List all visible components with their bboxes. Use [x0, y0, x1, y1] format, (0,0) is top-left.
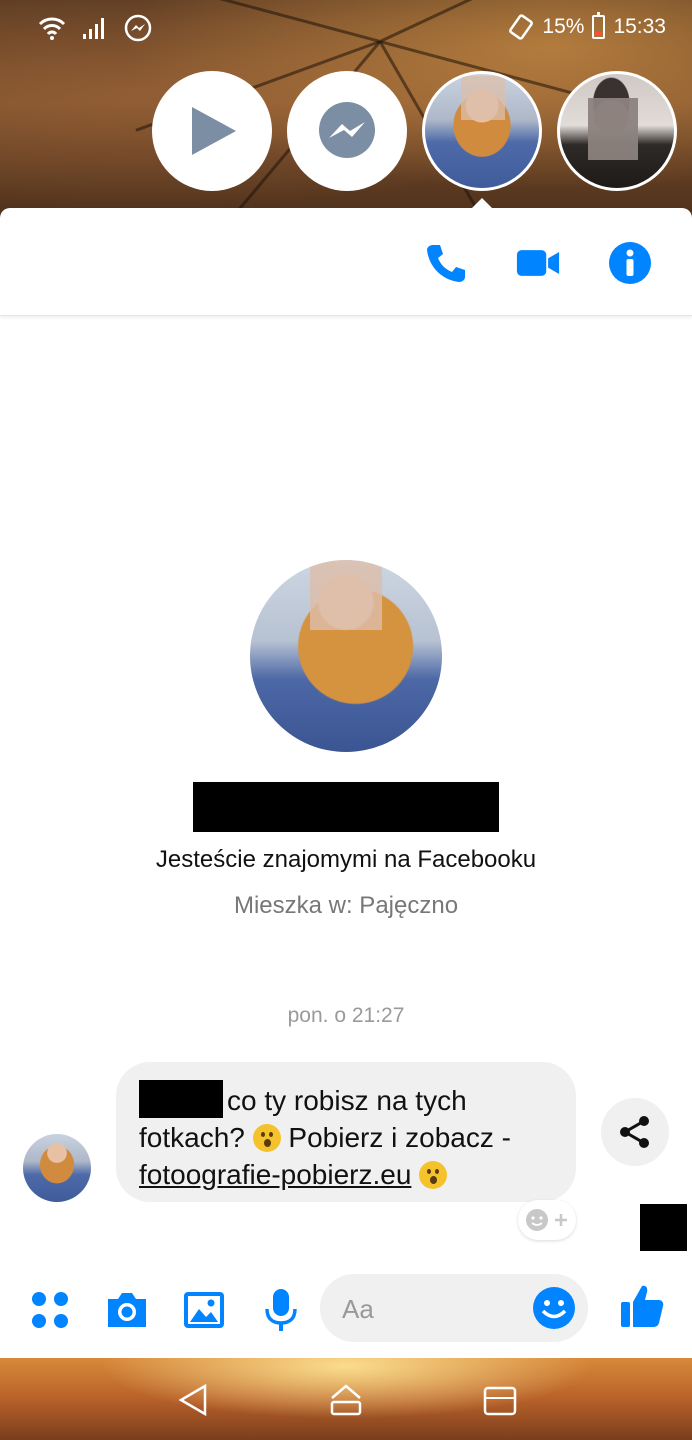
- friends-status: Jesteście znajomymi na Facebooku: [155, 846, 537, 873]
- recent-apps-icon[interactable]: [482, 1382, 518, 1418]
- thumbs-up-icon[interactable]: [618, 1282, 666, 1330]
- smiley-plus-icon: [526, 1209, 567, 1231]
- back-icon[interactable]: [175, 1382, 211, 1418]
- share-button[interactable]: [601, 1098, 669, 1166]
- home-icon[interactable]: [328, 1382, 364, 1418]
- camera-icon[interactable]: [104, 1287, 150, 1333]
- video-camera-icon[interactable]: [516, 241, 560, 285]
- contact-head-2[interactable]: [557, 71, 677, 191]
- redacted-mention: [139, 1080, 223, 1118]
- battery-percent: 15%: [542, 15, 585, 38]
- nav-bar: [0, 1358, 692, 1440]
- gallery-icon[interactable]: [181, 1287, 227, 1333]
- info-icon[interactable]: [608, 241, 652, 285]
- messenger-head[interactable]: [287, 71, 407, 191]
- blur-block: [461, 76, 505, 120]
- battery-icon: [592, 12, 606, 39]
- redacted-square: [640, 1204, 687, 1251]
- add-reaction-button[interactable]: [518, 1200, 576, 1240]
- signal-icon: [83, 18, 104, 39]
- surprised-emoji-icon: [252, 1124, 281, 1152]
- play-icon: [192, 107, 236, 155]
- composer: Aa: [0, 1268, 692, 1350]
- share-icon: [620, 1116, 649, 1148]
- blur-block: [588, 98, 638, 160]
- message-line-2b: Pobierz i zobacz -: [280, 1122, 511, 1153]
- apps-grid-icon[interactable]: [27, 1287, 73, 1333]
- message-input[interactable]: Aa: [320, 1274, 588, 1342]
- status-bar: 15% 15:33: [0, 0, 692, 58]
- emoji-icon[interactable]: [532, 1286, 576, 1330]
- message-line-1: co ty robisz na tych: [227, 1085, 467, 1116]
- contact-head-1[interactable]: [422, 71, 542, 191]
- wifi-icon: [38, 17, 66, 40]
- microphone-icon[interactable]: [258, 1287, 304, 1333]
- messenger-notification-icon: [124, 14, 152, 42]
- message-bubble[interactable]: co ty robisz na tych fotkach? Pobierz i …: [116, 1062, 576, 1202]
- message-line-2: fotkach?: [139, 1122, 253, 1153]
- blur-block: [310, 560, 382, 630]
- message-link[interactable]: fotoografie-pobierz.eu: [139, 1159, 411, 1190]
- message-input-placeholder: Aa: [342, 1294, 374, 1324]
- clock: 15:33: [613, 15, 666, 38]
- sender-avatar[interactable]: [23, 1134, 91, 1202]
- rotate-icon: [509, 14, 534, 40]
- surprised-emoji-icon: [419, 1161, 448, 1189]
- lives-in: Mieszka w: Pajęczno: [233, 892, 459, 919]
- play-head[interactable]: [152, 71, 272, 191]
- profile-photo: [250, 560, 442, 752]
- chat-card: Jesteście znajomymi na Facebooku Mieszka…: [0, 208, 692, 1358]
- phone-icon[interactable]: [424, 241, 468, 285]
- messenger-icon: [319, 102, 375, 158]
- redacted-name: [193, 782, 499, 832]
- message-timestamp: pon. o 21:27: [287, 1004, 405, 1027]
- action-bar: [0, 208, 692, 316]
